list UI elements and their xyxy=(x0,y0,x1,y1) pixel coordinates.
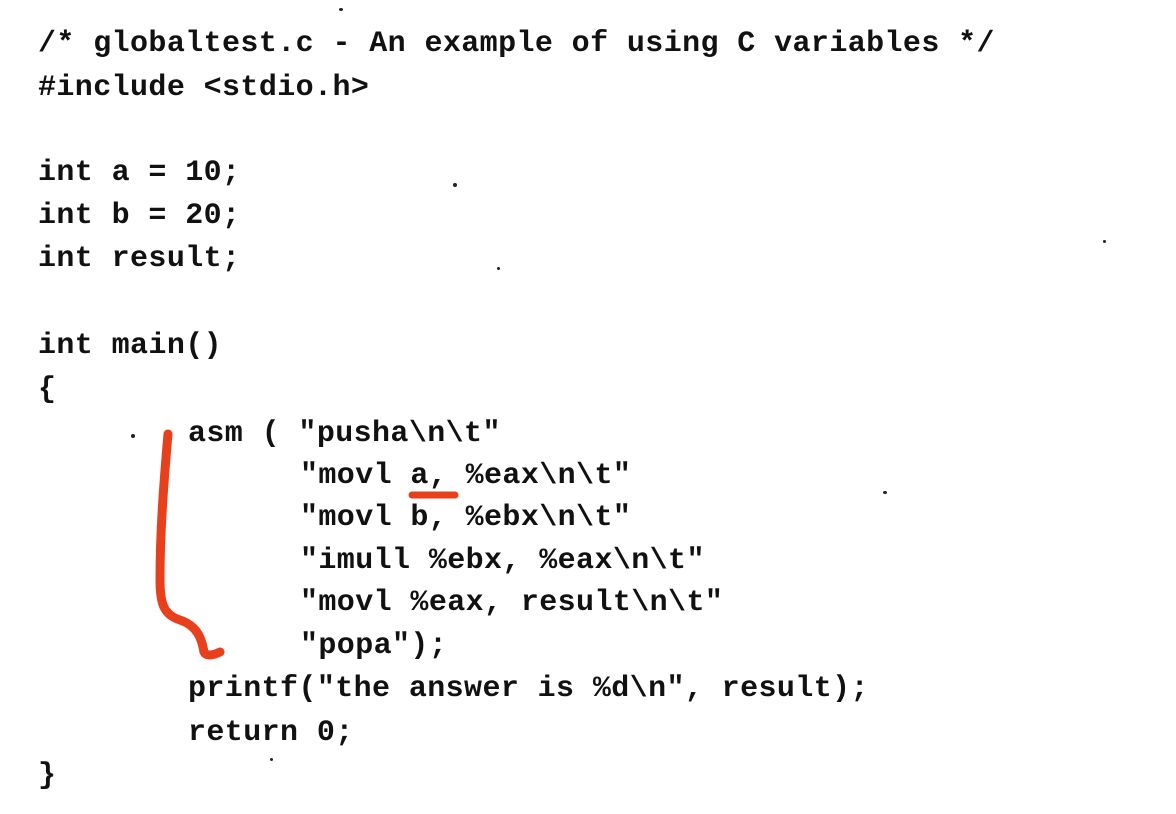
code-page: /* globaltest.c - An example of using C … xyxy=(0,0,1176,814)
code-line-int-result: int result; xyxy=(38,242,241,276)
code-line-popa: "popa"); xyxy=(300,629,448,663)
scan-speck xyxy=(131,434,135,438)
scan-speck xyxy=(270,758,273,761)
annotation-brace-stroke xyxy=(155,429,225,660)
scan-speck xyxy=(339,8,343,11)
code-line-int-b: int b = 20; xyxy=(38,199,241,233)
code-line-close-brace: } xyxy=(38,759,57,793)
code-line-open-brace: { xyxy=(38,373,57,407)
code-line-imull: "imull %ebx, %eax\n\t" xyxy=(300,544,705,578)
code-line-movl-a: "movl a, %eax\n\t" xyxy=(300,459,632,493)
code-line-printf: printf("the answer is %d\n", result); xyxy=(188,672,869,706)
code-line-return: return 0; xyxy=(188,716,354,750)
code-line-movl-result: "movl %eax, result\n\t" xyxy=(300,586,724,620)
code-line-main: int main() xyxy=(38,329,223,363)
code-line-movl-b: "movl b, %ebx\n\t" xyxy=(300,501,632,535)
scan-speck xyxy=(453,183,457,187)
scan-speck xyxy=(1103,240,1106,243)
scan-speck xyxy=(497,267,500,270)
code-line-asm: asm ( "pusha\n\t" xyxy=(188,417,501,451)
scan-speck xyxy=(883,491,887,494)
code-line-comment: /* globaltest.c - An example of using C … xyxy=(38,27,995,61)
code-line-int-a: int a = 10; xyxy=(38,156,241,190)
code-line-include: #include <stdio.h> xyxy=(38,71,370,105)
